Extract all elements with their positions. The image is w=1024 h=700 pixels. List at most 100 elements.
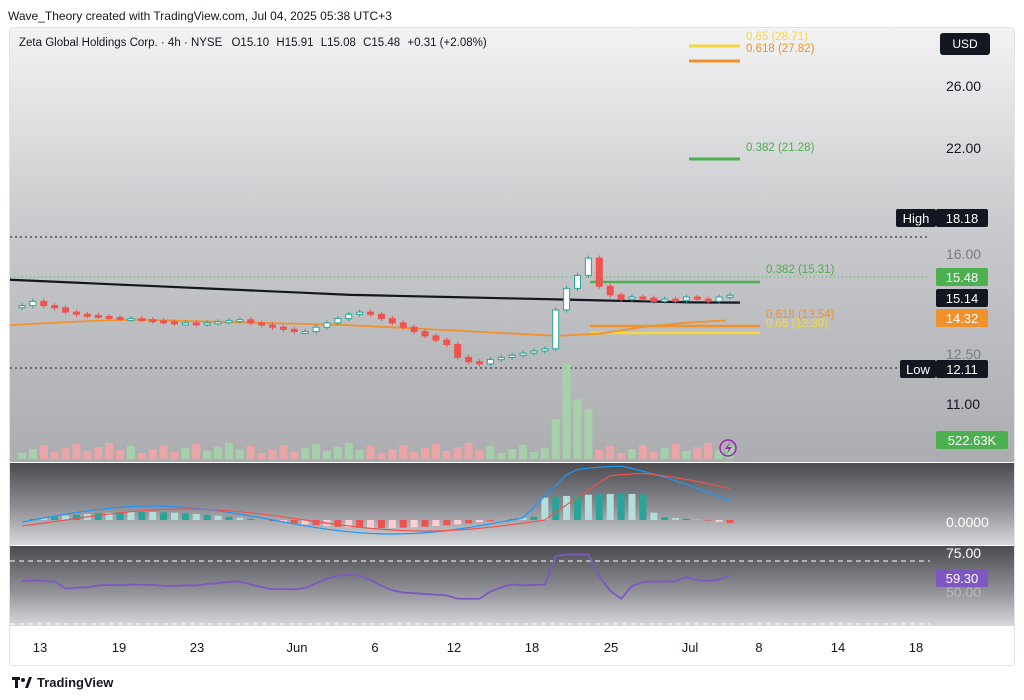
macd-histogram-bar [704,520,712,521]
volume-bar [72,444,81,459]
x-tick-label: 8 [755,640,763,655]
volume-bar [39,445,48,459]
candle-body [519,352,527,356]
candle-body [606,285,614,296]
macd-histogram-bar [661,517,669,520]
rsi-low-label: 50.00 [946,584,982,600]
price-tick-label: 26.00 [946,78,982,94]
macd-histogram-bar [410,520,418,528]
chart-frame[interactable]: Zeta Global Holdings Corp. · 4h · NYSE O… [9,27,1015,666]
ma50-price-box: 14.32 [936,309,988,327]
volume-bar [279,445,288,459]
macd-histogram-bar [203,514,211,520]
currency-button[interactable]: USD [940,33,990,55]
rsi-level-label: 75.00 [946,545,982,561]
candle-body [269,324,277,328]
chart-canvas[interactable] [10,28,1014,665]
symbol-name: Zeta Global Holdings Corp. · 4h · NYSE [19,37,223,49]
candle-body [138,318,146,322]
candle-body [334,318,342,324]
volume-bar [50,452,59,459]
volume-bar [290,452,299,459]
macd-histogram-bar [682,518,690,520]
volume-bar [399,445,408,459]
macd-histogram-bar [138,512,146,520]
price-tick-label: 11.00 [946,396,980,412]
volume-bar [431,444,440,459]
tradingview-logo-icon [12,676,32,688]
candle-body [661,298,669,302]
candle-body [279,326,287,330]
macd-histogram-bar [639,494,647,520]
candle-body [563,287,571,311]
candle-body [345,313,353,320]
volume-bar [671,444,680,459]
candle-body [726,294,734,298]
macd-histogram-bar [584,494,592,520]
macd-histogram-bar [465,520,473,524]
volume-bar [704,443,713,459]
low-marker-label: Low [900,360,936,378]
ma200-price-box: 15.14 [936,289,988,307]
volume-bar [192,444,201,459]
macd-histogram-bar [236,517,244,520]
x-tick-label: 13 [32,640,48,655]
candle-body [475,361,483,365]
candle-body [704,298,712,302]
x-tick-label: 25 [603,640,619,655]
candle-body [323,322,331,328]
volume-bar [28,449,37,459]
volume-bar [94,447,103,459]
candle-body [454,343,462,358]
macd-histogram-bar [432,520,440,527]
candle-body [693,296,701,300]
volume-bar [181,448,190,459]
candle-body [29,300,37,307]
symbol-legend[interactable]: Zeta Global Holdings Corp. · 4h · NYSE O… [19,37,487,49]
volume-bar [83,451,92,459]
macd-histogram-bar [563,495,571,520]
volume-bar [235,450,244,459]
high-marker-value: 18.18 [936,209,988,227]
candle-body [72,311,80,315]
volume-bar [508,449,517,459]
macd-histogram-bar [334,520,342,527]
change-value: +0.31 (+2.08%) [407,37,487,49]
price-tick-label: 16.00 [946,246,982,262]
candle-body [595,257,603,287]
macd-histogram-bar [650,512,658,520]
candle-body [367,311,375,315]
volume-bar [638,445,647,459]
tradingview-logo[interactable]: TradingView [12,675,113,690]
volume-bar [366,446,375,459]
price-tick-label: 22.00 [946,140,982,156]
volume-bar [421,448,430,459]
candle-body [105,315,113,319]
volume-bar [246,446,255,459]
macd-histogram-bar [672,517,680,520]
candle-body [552,309,560,350]
macd-histogram-bar [475,520,483,523]
macd-histogram-bar [214,515,222,520]
open-value: 15.10 [240,37,270,49]
macd-histogram-bar [160,512,168,520]
volume-bar [333,447,342,459]
x-tick-label: 19 [111,640,127,655]
candle-body [116,316,124,320]
candle-body [290,328,298,333]
candle-body [127,318,135,322]
x-tick-label: 12 [446,640,462,655]
volume-bar [312,444,321,459]
candle-body [541,348,549,352]
candle-body [410,326,418,333]
volume-bar [105,443,114,459]
candle-body [192,322,200,326]
low-value: 15.08 [327,37,356,49]
candle-body [399,322,407,328]
candle-body [301,331,309,335]
volume-bar [61,448,70,459]
macd-histogram-bar [367,520,375,528]
candle-body [236,319,244,323]
candle-body [574,274,582,289]
volume-bar [660,448,669,459]
